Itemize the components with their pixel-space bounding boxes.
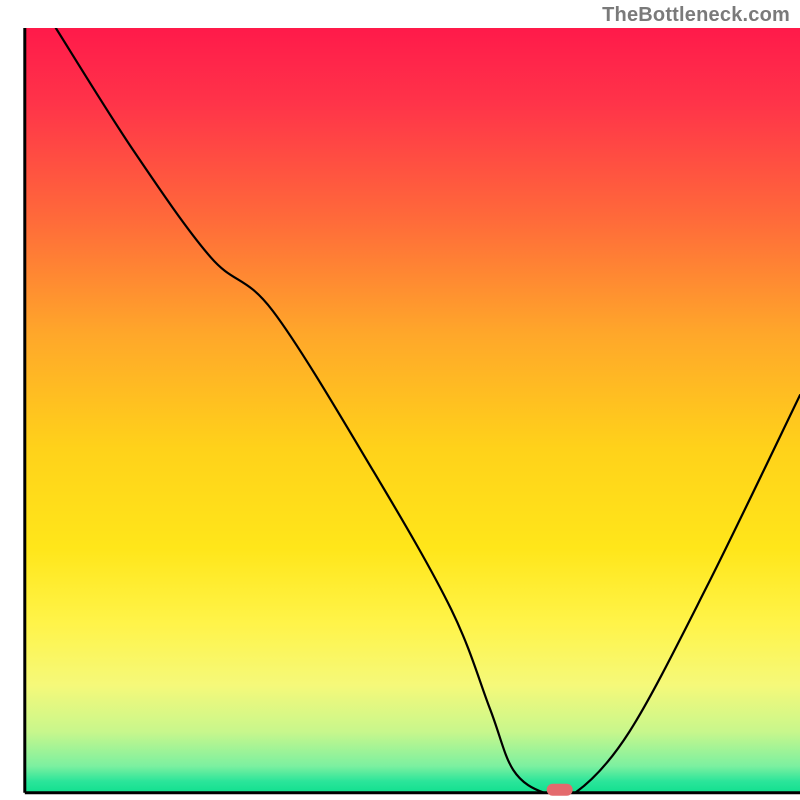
- optimum-marker: [547, 784, 573, 796]
- watermark-text: TheBottleneck.com: [602, 4, 790, 27]
- chart-container: TheBottleneck.com: [0, 0, 800, 800]
- chart-svg: [0, 0, 800, 800]
- chart-background-gradient: [25, 28, 800, 793]
